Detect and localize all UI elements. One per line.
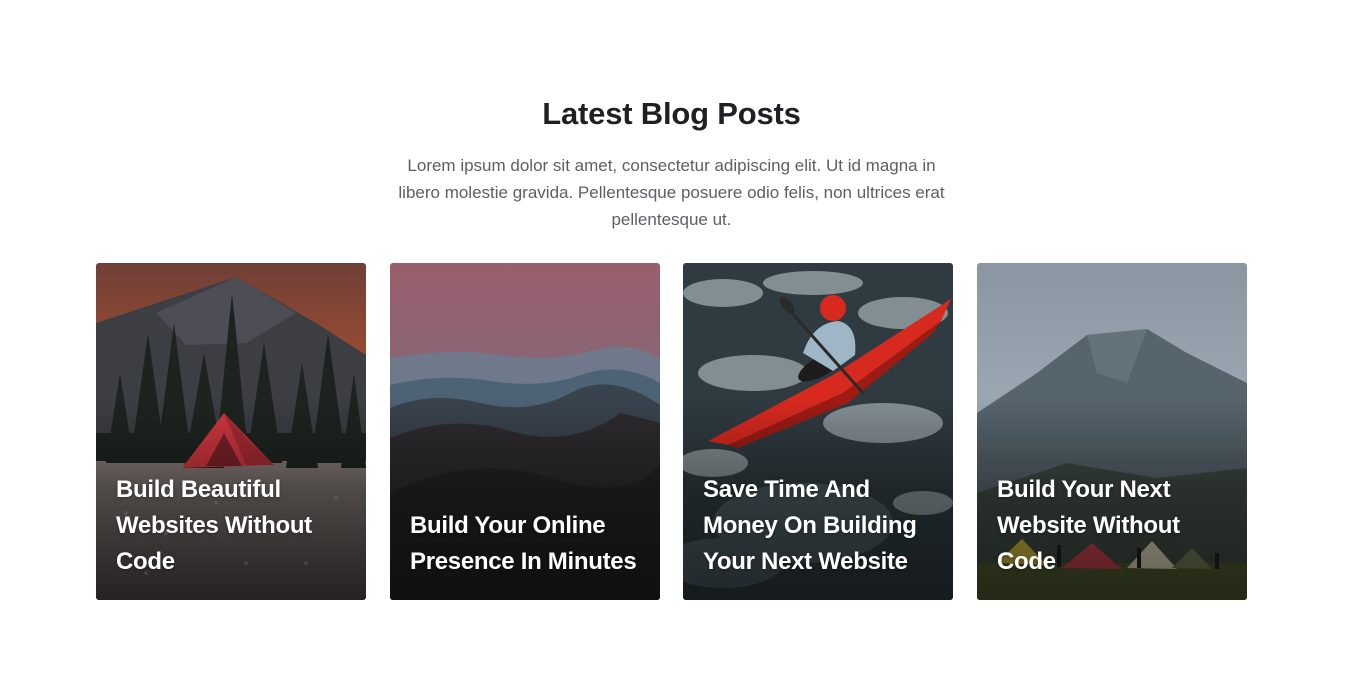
section-subtitle: Lorem ipsum dolor sit amet, consectetur … [398,156,945,229]
blog-card-title[interactable]: Build Your Online Presence In Minutes [410,508,644,580]
blog-card-4[interactable]: Build Your Next Website Without Code [977,263,1247,600]
blog-section: Latest Blog Posts Lorem ipsum dolor sit … [0,0,1363,697]
blog-card-title[interactable]: Save Time And Money On Building Your Nex… [703,472,937,580]
blog-card-1[interactable]: Build Beautiful Websites Without Code [96,263,366,600]
blog-card-title[interactable]: Build Your Next Website Without Code [997,472,1231,580]
blog-card-title[interactable]: Build Beautiful Websites Without Code [116,472,350,580]
section-title: Latest Blog Posts [542,96,801,131]
blog-cards: Build Beautiful Websites Without Code Bu… [96,263,1247,600]
blog-card-2[interactable]: Build Your Online Presence In Minutes [390,263,660,600]
blog-card-3[interactable]: Save Time And Money On Building Your Nex… [683,263,953,600]
